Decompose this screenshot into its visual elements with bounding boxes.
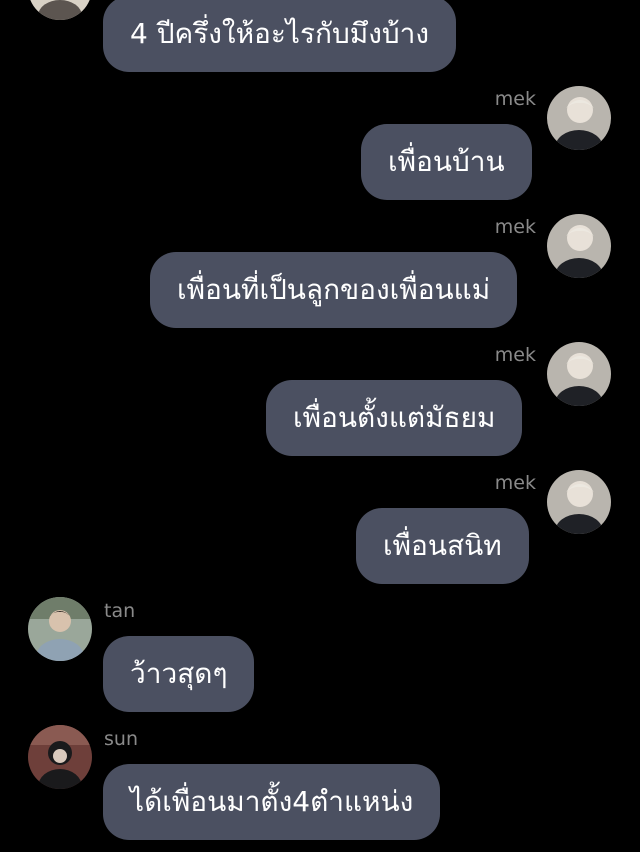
- message-bubble[interactable]: เพื่อนบ้าน: [361, 124, 532, 200]
- sender-name: mek: [494, 88, 536, 110]
- sender-name: sun: [104, 728, 138, 750]
- avatar-sun[interactable]: [28, 725, 92, 789]
- message-bubble[interactable]: 4 ปีครึ่งให้อะไรกับมึงบ้าง: [103, 0, 457, 72]
- message-bubble[interactable]: เพื่อนสนิท: [356, 508, 529, 584]
- avatar-tan[interactable]: [28, 597, 92, 661]
- sender-name: mek: [494, 472, 536, 494]
- message-bubble[interactable]: เพื่อนตั้งแต่มัธยม: [266, 380, 523, 456]
- sender-name: mek: [494, 344, 536, 366]
- message-bubble[interactable]: ว้าวสุดๆ: [103, 636, 255, 712]
- sender-name: mek: [494, 216, 536, 238]
- chat-thread[interactable]: 4 ปีครึ่งให้อะไรกับมึงบ้าง mek เพื่อนบ้า…: [0, 0, 640, 852]
- avatar-mek[interactable]: [547, 214, 611, 278]
- message-bubble[interactable]: ได้เพื่อนมาตั้ง4ตำแหน่ง: [103, 764, 441, 840]
- avatar-mek[interactable]: [547, 86, 611, 150]
- avatar-first-sender[interactable]: [28, 0, 92, 20]
- sender-name: tan: [104, 600, 136, 622]
- avatar-mek[interactable]: [547, 342, 611, 406]
- avatar-mek[interactable]: [547, 470, 611, 534]
- message-bubble[interactable]: เพื่อนที่เป็นลูกของเพื่อนแม่: [150, 252, 518, 328]
